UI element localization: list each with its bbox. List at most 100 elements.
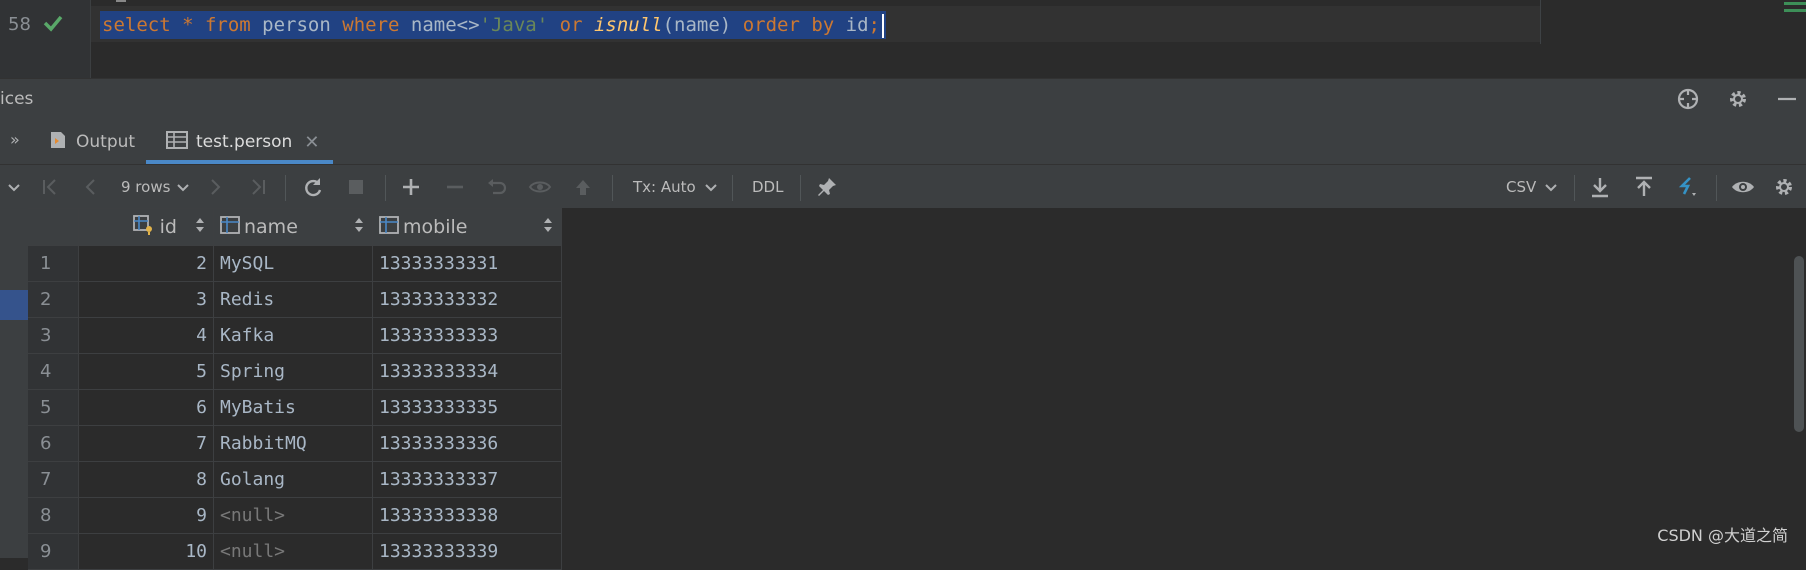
- data-toolbar: 9 rows Tx: Auto DDL CSV: [0, 164, 1806, 209]
- cell-name[interactable]: Golang: [213, 461, 373, 498]
- column-label: mobile: [403, 216, 468, 238]
- cell-mobile[interactable]: 13333333336: [372, 425, 562, 462]
- result-grid[interactable]: id name mobile 1 2 MySQL 13333333331 2 3…: [28, 208, 1806, 570]
- chevron-down-icon[interactable]: [6, 165, 22, 209]
- close-icon[interactable]: ✕: [304, 132, 319, 153]
- last-page-icon[interactable]: [248, 165, 268, 209]
- cell-id[interactable]: 10: [78, 533, 214, 570]
- sql-token: from: [204, 14, 251, 36]
- previous-page-icon[interactable]: [82, 165, 100, 209]
- delete-row-icon[interactable]: [445, 165, 465, 209]
- table-row[interactable]: 6 7 RabbitMQ 13333333336: [28, 425, 562, 462]
- minimize-icon[interactable]: [1776, 88, 1798, 114]
- first-page-icon[interactable]: [40, 165, 60, 209]
- primary-key-column-icon: [132, 214, 156, 241]
- stop-icon[interactable]: [347, 165, 365, 209]
- transaction-mode-label: Tx: Auto: [633, 178, 696, 196]
- sql-editor[interactable]: 58 select * from person where name<>'Jav…: [0, 0, 1806, 78]
- table-row[interactable]: 1 2 MySQL 13333333331: [28, 245, 562, 282]
- text-caret: [881, 13, 884, 38]
- row-number: 8: [28, 497, 79, 534]
- tab-output[interactable]: Output: [48, 120, 135, 164]
- sort-icon[interactable]: [354, 216, 364, 238]
- table-row[interactable]: 3 4 Kafka 13333333333: [28, 317, 562, 354]
- undo-icon[interactable]: [486, 165, 508, 209]
- cell-id[interactable]: 7: [78, 425, 214, 462]
- services-header: ices: [0, 78, 1806, 121]
- cell-mobile[interactable]: 13333333337: [372, 461, 562, 498]
- table-row[interactable]: 4 5 Spring 13333333334: [28, 353, 562, 390]
- row-number: 6: [28, 425, 79, 462]
- sort-icon[interactable]: [543, 216, 553, 238]
- cell-mobile[interactable]: 13333333333: [372, 317, 562, 354]
- cell-name[interactable]: <null>: [213, 533, 373, 570]
- checkmark-icon: [42, 12, 64, 38]
- ddl-button[interactable]: DDL: [752, 165, 783, 209]
- export-format-label: CSV: [1506, 178, 1537, 196]
- right-margin-guide: [1540, 0, 1541, 44]
- scrollbar-thumb[interactable]: [1794, 256, 1804, 432]
- cell-mobile[interactable]: 13333333334: [372, 353, 562, 390]
- cell-id[interactable]: 9: [78, 497, 214, 534]
- gear-icon[interactable]: [1726, 87, 1750, 115]
- crosshair-icon[interactable]: [1676, 87, 1700, 115]
- table-row[interactable]: 5 6 MyBatis 13333333335: [28, 389, 562, 426]
- services-title: ices: [0, 89, 34, 109]
- tab-test-person[interactable]: test.person ✕: [146, 120, 334, 164]
- tab-label: Output: [76, 132, 136, 152]
- cell-mobile[interactable]: 13333333332: [372, 281, 562, 318]
- vertical-scrollbar[interactable]: [1792, 246, 1806, 558]
- cell-mobile[interactable]: 13333333335: [372, 389, 562, 426]
- double-chevron-right-icon[interactable]: »: [10, 130, 20, 149]
- cell-name[interactable]: Kafka: [213, 317, 373, 354]
- sql-token: or: [559, 14, 583, 36]
- cell-id[interactable]: 5: [78, 353, 214, 390]
- submit-icon[interactable]: [573, 165, 593, 209]
- cell-id[interactable]: 2: [78, 245, 214, 282]
- cell-id[interactable]: 8: [78, 461, 214, 498]
- download-icon[interactable]: [1590, 165, 1610, 209]
- column-header-id[interactable]: id: [78, 208, 214, 246]
- cell-mobile[interactable]: 13333333339: [372, 533, 562, 570]
- cell-name[interactable]: RabbitMQ: [213, 425, 373, 462]
- cell-name[interactable]: MySQL: [213, 245, 373, 282]
- compare-icon[interactable]: [1676, 165, 1700, 209]
- sql-token: 'Java': [479, 14, 549, 36]
- column-header-name[interactable]: name: [213, 208, 373, 246]
- transaction-mode-dropdown[interactable]: Tx: Auto: [633, 165, 718, 209]
- sql-statement[interactable]: select * from person where name<>'Java' …: [100, 11, 886, 39]
- row-number: 4: [28, 353, 79, 390]
- cell-id[interactable]: 6: [78, 389, 214, 426]
- add-row-icon[interactable]: [401, 165, 421, 209]
- row-number: 9: [28, 533, 79, 570]
- cell-id[interactable]: 3: [78, 281, 214, 318]
- cell-mobile[interactable]: 13333333338: [372, 497, 562, 534]
- view-icon[interactable]: [1730, 165, 1756, 209]
- sort-icon[interactable]: [195, 216, 205, 238]
- settings-icon[interactable]: [1772, 165, 1796, 209]
- upload-icon[interactable]: [1634, 165, 1654, 209]
- pin-icon[interactable]: [816, 165, 838, 209]
- cell-name[interactable]: MyBatis: [213, 389, 373, 426]
- table-row[interactable]: 2 3 Redis 13333333332: [28, 281, 562, 318]
- preview-changes-icon[interactable]: [528, 165, 552, 209]
- table-row[interactable]: 7 8 Golang 13333333337: [28, 461, 562, 498]
- row-number: 7: [28, 461, 79, 498]
- table-row[interactable]: 8 9 <null> 13333333338: [28, 497, 562, 534]
- table-row[interactable]: 9 10 <null> 13333333339: [28, 533, 562, 570]
- cell-id[interactable]: 4: [78, 317, 214, 354]
- cell-name[interactable]: <null>: [213, 497, 373, 534]
- row-number: 3: [28, 317, 79, 354]
- refresh-icon[interactable]: [302, 165, 324, 209]
- column-label: id: [159, 216, 177, 238]
- cell-name[interactable]: Spring: [213, 353, 373, 390]
- row-count-dropdown[interactable]: 9 rows: [121, 165, 190, 209]
- cell-name[interactable]: Redis: [213, 281, 373, 318]
- cell-mobile[interactable]: 13333333331: [372, 245, 562, 282]
- next-page-icon[interactable]: [206, 165, 224, 209]
- column-icon: [379, 215, 399, 240]
- export-format-dropdown[interactable]: CSV: [1506, 165, 1558, 209]
- row-number: 5: [28, 389, 79, 426]
- column-header-mobile[interactable]: mobile: [372, 208, 562, 246]
